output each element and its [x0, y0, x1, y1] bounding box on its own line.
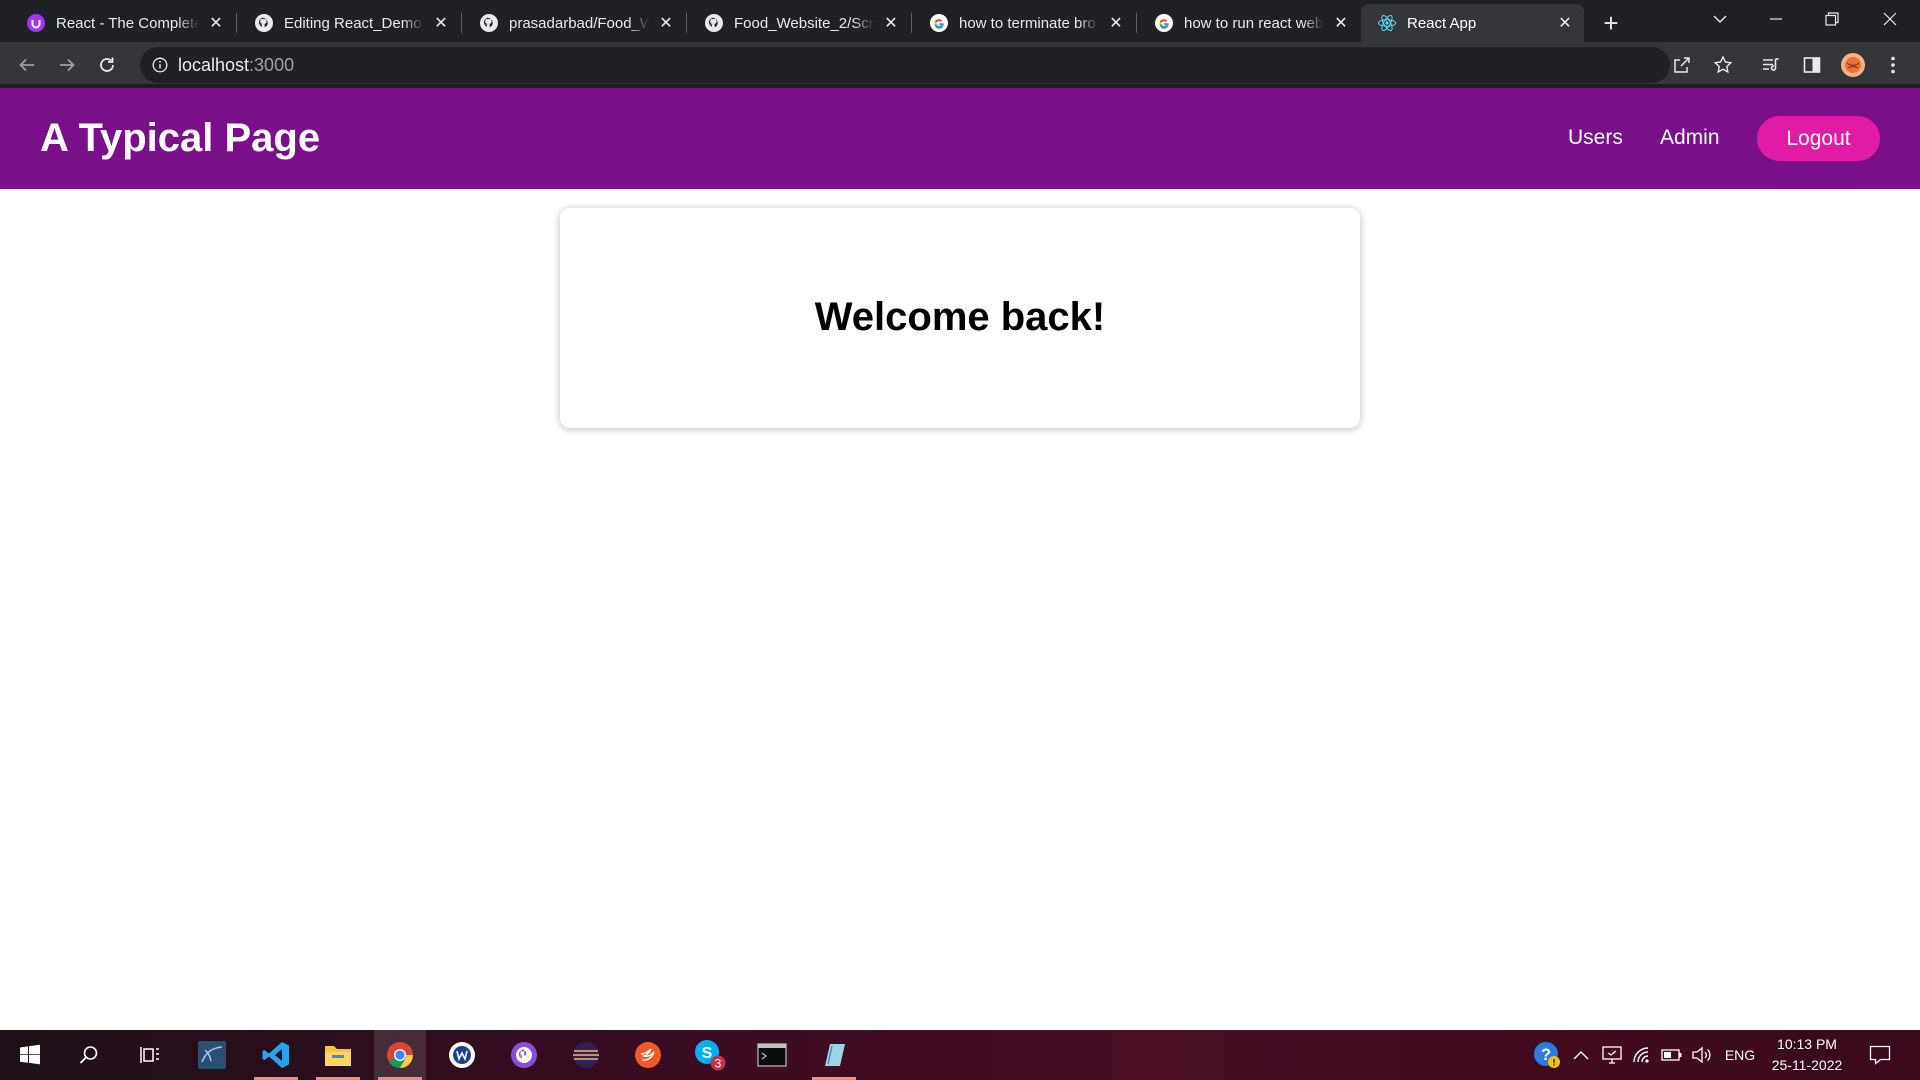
tab-terminate-browser[interactable]: how to terminate bro ✕: [913, 4, 1135, 42]
search-icon[interactable]: [63, 1030, 115, 1080]
url-text: localhost:3000: [178, 55, 294, 76]
wifi-icon[interactable]: [1630, 1030, 1654, 1080]
close-tab-icon[interactable]: ✕: [1556, 14, 1574, 32]
tab-separator: [1136, 13, 1137, 33]
tab-title: Editing React_Demo_F: [284, 14, 424, 32]
eclipse-icon[interactable]: [560, 1030, 612, 1080]
tab-title: React - The Complete: [56, 14, 199, 32]
tab-title: how to run react web: [1184, 14, 1324, 32]
close-tab-icon[interactable]: ✕: [432, 14, 450, 32]
browser-toolbar: localhost:3000: [0, 42, 1920, 88]
bookmark-star-icon[interactable]: [1709, 51, 1737, 79]
tab-search-icon[interactable]: [1692, 0, 1748, 38]
github-icon: [479, 13, 499, 33]
tab-separator: [461, 13, 462, 33]
profile-avatar[interactable]: [1839, 51, 1867, 79]
google-icon: [929, 13, 949, 33]
tab-separator: [911, 13, 912, 33]
skype-badge-count: 3: [715, 1057, 722, 1071]
vscode-icon[interactable]: [250, 1030, 302, 1080]
logout-button[interactable]: Logout: [1757, 116, 1880, 161]
new-tab-button[interactable]: +: [1596, 8, 1626, 38]
site-info-icon[interactable]: [150, 55, 170, 75]
udemy-icon: [26, 13, 46, 33]
react-icon: [1377, 13, 1397, 33]
forward-icon[interactable]: [51, 49, 83, 81]
mysql-workbench-icon[interactable]: [186, 1030, 238, 1080]
clock-date: 25-11-2022: [1771, 1057, 1843, 1073]
language-indicator[interactable]: ENG: [1722, 1030, 1758, 1080]
close-tab-icon[interactable]: ✕: [657, 14, 675, 32]
clock[interactable]: 10:13 PM 25-11-2022: [1766, 1034, 1848, 1076]
volume-icon[interactable]: [1690, 1030, 1714, 1080]
app-w-icon[interactable]: [436, 1030, 488, 1080]
battery-icon[interactable]: [1660, 1030, 1684, 1080]
welcome-card: Welcome back!: [560, 208, 1360, 428]
github-icon: [254, 13, 274, 33]
share-icon[interactable]: [1668, 51, 1696, 79]
close-tab-icon[interactable]: ✕: [1107, 14, 1125, 32]
tab-run-react-web[interactable]: how to run react web ✕: [1138, 4, 1360, 42]
page-title: A Typical Page: [40, 116, 321, 160]
menu-kebab-icon[interactable]: [1879, 51, 1907, 79]
side-panel-icon[interactable]: [1798, 51, 1826, 79]
chrome-icon[interactable]: [374, 1030, 426, 1080]
close-window-icon[interactable]: [1862, 0, 1918, 38]
windows-start-icon[interactable]: [4, 1030, 56, 1080]
address-bar[interactable]: localhost:3000: [140, 47, 1670, 83]
tab-title: React App: [1407, 14, 1477, 32]
tab-title: prasadarbad/Food_W: [509, 14, 649, 32]
restore-icon[interactable]: [1804, 0, 1860, 38]
minimize-icon[interactable]: [1748, 0, 1804, 38]
swift-app-icon[interactable]: [622, 1030, 674, 1080]
close-tab-icon[interactable]: ✕: [1332, 14, 1350, 32]
svg-text:!: !: [1553, 1058, 1556, 1068]
welcome-heading: Welcome back!: [814, 294, 1106, 339]
close-tab-icon[interactable]: ✕: [882, 14, 900, 32]
tab-food-website-2[interactable]: Food_Website_2/Scre ✕: [688, 4, 910, 42]
terminal-icon[interactable]: [746, 1030, 798, 1080]
skype-icon[interactable]: S3: [684, 1030, 736, 1080]
svg-text:S: S: [702, 1045, 713, 1062]
tab-title: Food_Website_2/Scre: [734, 14, 874, 32]
tab-title: how to terminate bro: [959, 14, 1096, 32]
tab-editing-react-demo[interactable]: Editing React_Demo_F ✕: [238, 4, 460, 42]
close-tab-icon[interactable]: ✕: [207, 14, 225, 32]
tab-separator: [236, 13, 237, 33]
tab-react-app[interactable]: React App ✕: [1361, 4, 1584, 42]
tab-food-website[interactable]: prasadarbad/Food_W ✕: [463, 4, 685, 42]
nav-users-link[interactable]: Users: [1568, 126, 1623, 150]
github-desktop-icon[interactable]: [498, 1030, 550, 1080]
page-header: A Typical Page Users Admin Logout: [0, 88, 1920, 189]
github-icon: [704, 13, 724, 33]
notepad-icon[interactable]: [808, 1030, 860, 1080]
tab-react-complete[interactable]: React - The Complete ✕: [10, 4, 235, 42]
nav-admin-link[interactable]: Admin: [1660, 126, 1720, 150]
help-icon[interactable]: ?!: [1531, 1030, 1563, 1080]
url-port: :3000: [249, 55, 295, 75]
back-icon[interactable]: [11, 49, 43, 81]
url-host: localhost: [178, 55, 250, 75]
chevron-up-icon[interactable]: [1570, 1030, 1592, 1080]
reload-icon[interactable]: [91, 49, 123, 81]
notification-icon[interactable]: [1864, 1030, 1896, 1080]
google-icon: [1154, 13, 1174, 33]
windows-taskbar: S3 ?! ENG 10:13 PM 25-11-2022: [0, 1030, 1920, 1080]
tab-separator: [686, 13, 687, 33]
browser-tab-strip: React - The Complete ✕ Editing React_Dem…: [0, 0, 1920, 42]
task-view-icon[interactable]: [124, 1030, 176, 1080]
display-icon[interactable]: [1600, 1030, 1624, 1080]
file-explorer-icon[interactable]: [312, 1030, 364, 1080]
reading-list-icon[interactable]: [1757, 51, 1785, 79]
clock-time: 10:13 PM: [1777, 1036, 1837, 1052]
